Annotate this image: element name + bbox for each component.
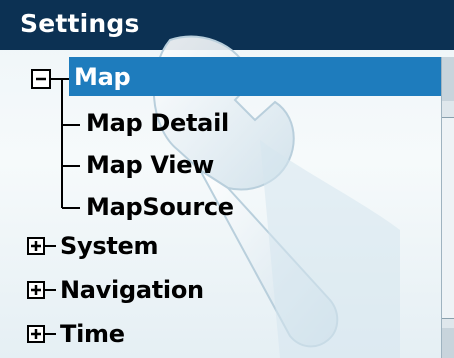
scrollbar[interactable] — [441, 57, 454, 358]
tree-item-map-view[interactable]: Map View — [86, 151, 214, 179]
expand-navigation-icon[interactable] — [27, 281, 56, 299]
tree-item-system[interactable]: System — [60, 232, 158, 260]
tree-item-mapsource[interactable]: MapSource — [86, 193, 234, 221]
tree-item-time[interactable]: Time — [60, 320, 125, 348]
expand-time-icon[interactable] — [27, 325, 56, 343]
scroll-thumb[interactable] — [442, 117, 454, 319]
scroll-down-button[interactable] — [442, 328, 454, 358]
settings-screen: Settings Map Map Detail Map View MapSour… — [0, 0, 454, 358]
collapse-map-icon[interactable] — [31, 69, 69, 89]
tree-item-navigation[interactable]: Navigation — [60, 276, 204, 304]
expand-system-icon[interactable] — [27, 237, 56, 255]
tree-lines — [27, 69, 80, 343]
scroll-up-button[interactable] — [442, 57, 454, 101]
tree-item-map[interactable]: Map — [74, 63, 131, 91]
tree-item-map-detail[interactable]: Map Detail — [86, 109, 229, 137]
